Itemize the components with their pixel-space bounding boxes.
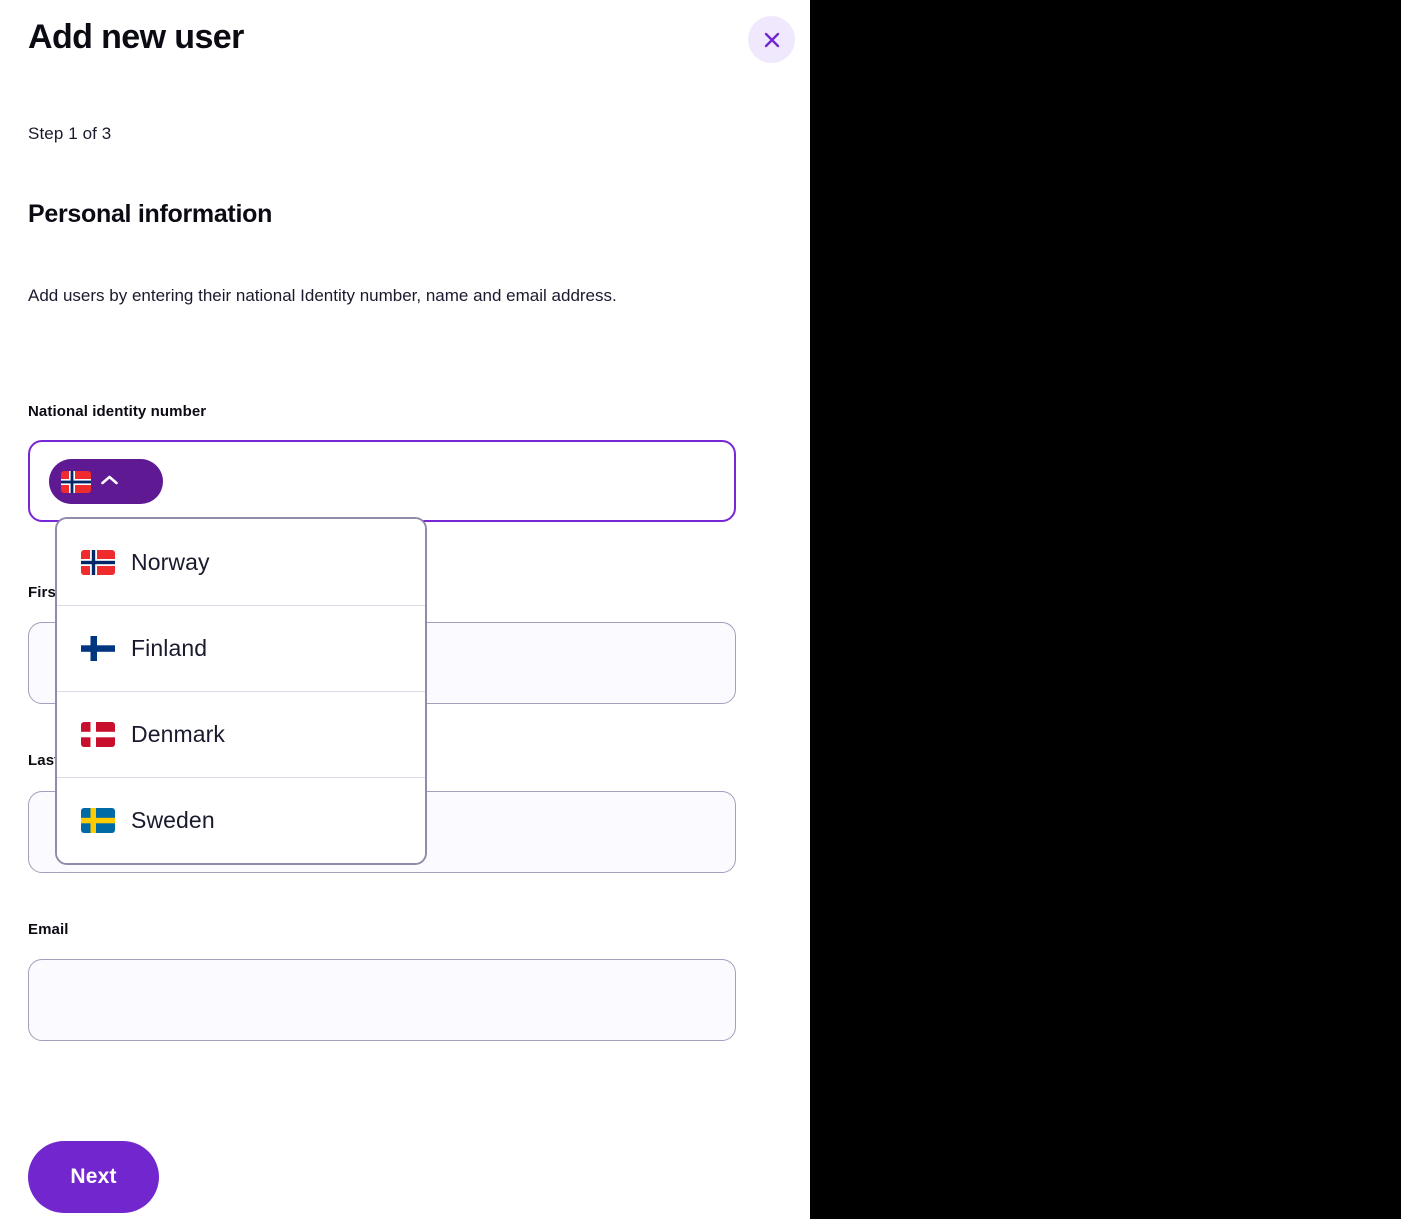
add-user-modal: Add new user Step 1 of 3 Personal inform… [0, 0, 810, 1219]
country-option-finland[interactable]: Finland [57, 605, 425, 691]
page-title: Add new user [28, 18, 244, 56]
flag-denmark-icon [81, 722, 115, 747]
close-icon [762, 30, 782, 50]
country-option-label: Norway [131, 548, 210, 575]
country-option-sweden[interactable]: Sweden [57, 777, 425, 863]
country-option-norway[interactable]: Norway [57, 519, 425, 605]
label-national-identity-number: National identity number [28, 403, 207, 420]
section-title: Personal information [28, 200, 273, 228]
country-option-denmark[interactable]: Denmark [57, 691, 425, 777]
country-option-label: Finland [131, 635, 208, 661]
close-button[interactable] [748, 16, 795, 63]
label-email: Email [28, 921, 69, 938]
country-selector-button[interactable] [49, 459, 163, 504]
flag-norway-icon [81, 549, 115, 575]
country-option-label: Denmark [131, 721, 226, 747]
step-indicator: Step 1 of 3 [28, 124, 112, 143]
chevron-up-icon [100, 474, 119, 490]
screen-root: Add new user Step 1 of 3 Personal inform… [0, 0, 1401, 1219]
email-field[interactable] [28, 959, 736, 1041]
flag-finland-icon [81, 636, 115, 661]
flag-norway-icon [61, 470, 91, 493]
next-button[interactable]: Next [28, 1141, 159, 1213]
country-option-label: Sweden [131, 807, 215, 833]
country-dropdown-menu: Norway Finland Denmark Sweden [55, 517, 427, 865]
section-description: Add users by entering their national Ide… [28, 286, 617, 305]
flag-sweden-icon [81, 808, 115, 833]
